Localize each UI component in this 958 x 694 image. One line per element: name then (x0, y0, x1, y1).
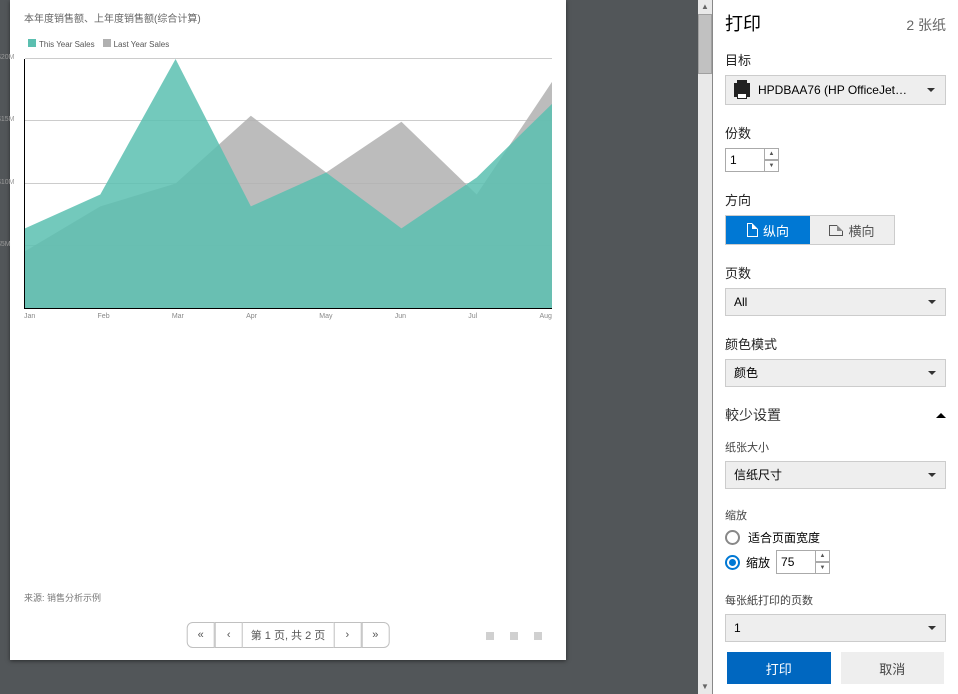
pager-first-button[interactable]: « (187, 622, 215, 648)
less-settings-toggle[interactable]: 較少设置 (725, 405, 946, 425)
printer-icon (734, 83, 750, 97)
landscape-icon (829, 225, 843, 236)
legend-this-year: This Year Sales (39, 40, 95, 49)
scroll-down-icon[interactable]: ▼ (698, 680, 712, 694)
orientation-landscape[interactable]: 横向 (810, 216, 894, 244)
report-title: 本年度销售额、上年度销售额(综合计算) (10, 0, 566, 31)
page-thumbnails (486, 632, 542, 640)
area-chart: $20M $15M $10M $5M (24, 59, 552, 309)
cancel-button[interactable]: 取消 (841, 652, 945, 684)
print-dialog: 打印 2 张纸 目标 HPDBAA76 (HP OfficeJet… 份数 ▲▼… (712, 0, 958, 694)
preview-scrollbar[interactable]: ▲ ▼ (698, 0, 712, 694)
copies-down-icon[interactable]: ▼ (765, 160, 779, 172)
copies-up-icon[interactable]: ▲ (765, 148, 779, 160)
scale-down-icon[interactable]: ▼ (816, 562, 830, 574)
pager-next-button[interactable]: › (333, 622, 361, 648)
chevron-up-icon (936, 407, 946, 423)
report-source: 来源: 销售分析示例 (24, 591, 101, 604)
color-group: 颜色模式 颜色 (725, 334, 946, 387)
scale-fit-width-radio[interactable]: 适合页面宽度 (725, 529, 946, 546)
scale-input[interactable] (776, 550, 816, 574)
color-select[interactable]: 颜色 (725, 359, 946, 387)
chart: This Year Sales Last Year Sales $20M $15… (24, 31, 552, 320)
pages-select[interactable]: All (725, 288, 946, 316)
pages-per-sheet-label: 每张紙打印的页数 (725, 592, 946, 608)
print-preview-pane: 本年度销售额、上年度销售额(综合计算) This Year Sales Last… (0, 0, 712, 694)
scale-label: 缩放 (725, 507, 946, 523)
destination-group: 目标 HPDBAA76 (HP OfficeJet… (725, 50, 946, 105)
legend-last-year: Last Year Sales (114, 40, 170, 49)
paper-size-group: 纸张大小 信纸尺寸 (725, 439, 946, 489)
dialog-title: 打印 (725, 10, 761, 36)
portrait-icon (747, 223, 758, 237)
chart-legend: This Year Sales Last Year Sales (24, 31, 552, 59)
scroll-up-icon[interactable]: ▲ (698, 0, 712, 14)
pages-per-sheet-group: 每张紙打印的页数 1 (725, 592, 946, 642)
paper-size-label: 纸张大小 (725, 439, 946, 455)
chart-svg (25, 59, 552, 308)
copies-group: 份数 ▲▼ (725, 123, 946, 172)
report-pager: « ‹ 第 1 页, 共 2 页 › » (187, 622, 390, 648)
destination-select[interactable]: HPDBAA76 (HP OfficeJet… (725, 75, 946, 105)
copies-label: 份数 (725, 123, 946, 142)
preview-page: 本年度销售额、上年度销售额(综合计算) This Year Sales Last… (10, 0, 566, 660)
orientation-portrait[interactable]: 纵向 (726, 216, 810, 244)
scale-stepper[interactable]: ▲▼ (776, 550, 830, 574)
paper-size-select[interactable]: 信纸尺寸 (725, 461, 946, 489)
orientation-group: 方向 纵向 横向 (725, 190, 946, 245)
sheet-count: 2 张纸 (906, 15, 946, 35)
pager-prev-button[interactable]: ‹ (215, 622, 243, 648)
pages-group: 页数 All (725, 263, 946, 316)
pages-per-sheet-select[interactable]: 1 (725, 614, 946, 642)
copies-input[interactable] (725, 148, 765, 172)
pages-label: 页数 (725, 263, 946, 282)
scale-up-icon[interactable]: ▲ (816, 550, 830, 562)
copies-stepper[interactable]: ▲▼ (725, 148, 779, 172)
orientation-label: 方向 (725, 190, 946, 209)
scale-group: 缩放 适合页面宽度 缩放 ▲▼ (725, 507, 946, 574)
pager-status: 第 1 页, 共 2 页 (243, 622, 334, 648)
destination-value: HPDBAA76 (HP OfficeJet… (758, 83, 907, 97)
print-button[interactable]: 打印 (727, 652, 831, 684)
dialog-actions: 打印 取消 (713, 642, 958, 694)
scale-custom-radio[interactable]: 缩放 ▲▼ (725, 550, 946, 574)
x-axis-labels: Jan Feb Mar Apr May Jun Jul Aug (24, 309, 552, 320)
color-label: 颜色模式 (725, 334, 946, 353)
destination-label: 目标 (725, 50, 946, 69)
pager-last-button[interactable]: » (361, 622, 389, 648)
